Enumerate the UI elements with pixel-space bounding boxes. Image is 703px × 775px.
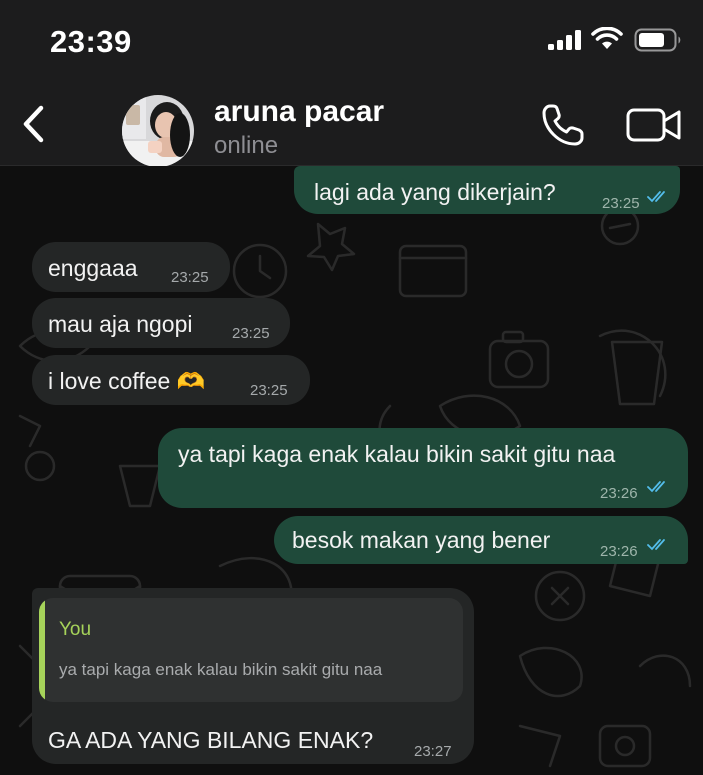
message-incoming[interactable]: enggaaa 23:25 [32, 242, 230, 292]
message-text: GA ADA YANG BILANG ENAK? [48, 727, 374, 753]
double-check-icon [647, 539, 665, 551]
avatar[interactable] [122, 95, 194, 167]
quote-accent-bar [39, 598, 45, 702]
phone-icon[interactable] [540, 102, 586, 148]
quote-author: You [59, 619, 92, 640]
message-list[interactable]: lagi ada yang dikerjain? 23:25 enggaaa 2… [0, 166, 703, 775]
status-time: 23:39 [50, 24, 132, 59]
message-time: 23:25 [602, 195, 640, 212]
message-time: 23:27 [414, 743, 452, 760]
message-outgoing[interactable]: ya tapi kaga enak kalau bikin sakit gitu… [158, 428, 688, 508]
chat-screen: 23:39 aruna pacar online lagi ada yang d… [0, 0, 703, 775]
contact-status: online [214, 132, 279, 159]
message-text: ya tapi kaga enak kalau bikin sakit gitu… [178, 441, 616, 467]
message-outgoing[interactable]: lagi ada yang dikerjain? 23:25 [294, 166, 680, 214]
message-text: enggaaa [48, 255, 138, 281]
message-text: besok makan yang bener [292, 527, 551, 553]
message-text: i love coffee 🫶 [48, 368, 206, 394]
message-text: mau aja ngopi [48, 311, 193, 337]
message-time: 23:26 [600, 485, 638, 502]
message-incoming[interactable]: mau aja ngopi 23:25 [32, 298, 290, 348]
message-text: lagi ada yang dikerjain? [314, 179, 556, 205]
wifi-icon [591, 27, 623, 49]
battery-icon [634, 28, 681, 52]
message-time: 23:25 [171, 269, 209, 286]
contact-name[interactable]: aruna pacar [214, 95, 384, 129]
quoted-message[interactable]: You ya tapi kaga enak kalau bikin sakit … [39, 598, 463, 702]
double-check-icon [647, 191, 665, 203]
message-incoming-reply[interactable]: You ya tapi kaga enak kalau bikin sakit … [32, 588, 474, 764]
double-check-icon [647, 481, 665, 493]
video-camera-icon[interactable] [626, 106, 682, 144]
chat-header: aruna pacar online [0, 82, 703, 167]
message-time: 23:25 [232, 325, 270, 342]
back-button[interactable] [14, 102, 54, 146]
message-time: 23:25 [250, 382, 288, 399]
signal-icon [548, 30, 581, 50]
quote-text: ya tapi kaga enak kalau bikin sakit gitu… [59, 660, 383, 679]
message-time: 23:26 [600, 543, 638, 560]
message-incoming[interactable]: i love coffee 🫶 23:25 [32, 355, 310, 405]
message-outgoing[interactable]: besok makan yang bener 23:26 [274, 516, 688, 564]
status-bar: 23:39 [0, 0, 703, 82]
